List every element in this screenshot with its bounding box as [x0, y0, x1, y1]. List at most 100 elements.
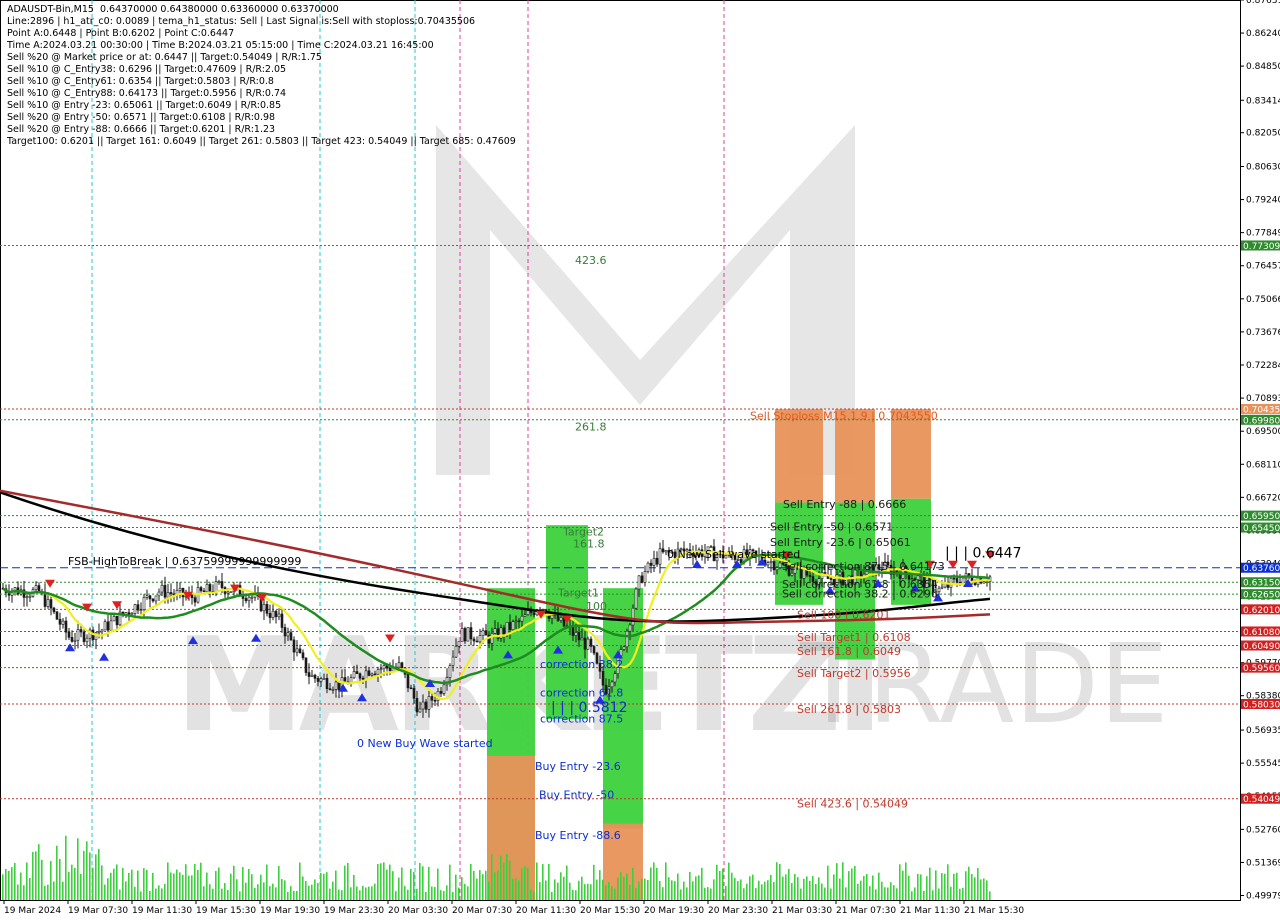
- candle-body: [457, 641, 461, 647]
- price-tag-label: 0.63760: [1243, 564, 1280, 574]
- volume-bar: [755, 888, 757, 900]
- candle-body: [82, 631, 86, 642]
- volume-bar: [821, 883, 823, 900]
- candle-body: [298, 648, 302, 654]
- volume-bar: [440, 890, 442, 900]
- candle-body: [34, 585, 38, 590]
- candle-body: [64, 620, 68, 633]
- volume-bar: [332, 881, 334, 900]
- volume-bar: [722, 868, 724, 900]
- volume-bar: [887, 887, 889, 900]
- chart-annotation: Sell 100 | 0.6201: [797, 609, 891, 622]
- candle-body: [292, 639, 296, 653]
- volume-bar: [527, 867, 529, 900]
- y-tick-label: 0.52760: [1246, 825, 1280, 835]
- volume-bar: [584, 884, 586, 900]
- candle-body: [160, 584, 164, 593]
- price-tag-label: 0.70435: [1243, 405, 1280, 415]
- volume-bar: [347, 862, 349, 900]
- y-tick-label: 0.55545: [1246, 759, 1280, 769]
- volume-bar: [158, 885, 160, 900]
- candle-body: [454, 645, 458, 658]
- volume-bar: [140, 891, 142, 900]
- candle-body: [631, 607, 635, 626]
- volume-bar: [269, 886, 271, 900]
- volume-bar: [542, 864, 544, 900]
- y-tick-label: 0.87631: [1246, 0, 1280, 6]
- volume-bar: [617, 877, 619, 900]
- volume-bar: [470, 864, 472, 900]
- x-tick-label: 20 Mar 19:30: [644, 906, 704, 916]
- candle-body: [61, 620, 65, 625]
- volume-bar: [20, 872, 22, 900]
- volume-bar: [458, 887, 460, 900]
- candle-body: [250, 596, 254, 599]
- volume-bar: [641, 878, 643, 900]
- volume-bar: [197, 869, 199, 900]
- candle-body: [301, 652, 305, 659]
- volume-bar: [875, 889, 877, 900]
- chart-annotation: 0 New Sell wave started: [667, 548, 800, 561]
- volume-bar: [860, 880, 862, 900]
- candle-body: [367, 670, 371, 676]
- candle-body: [790, 572, 794, 576]
- volume-bar: [155, 888, 157, 900]
- candle-body: [97, 631, 101, 634]
- candle-body: [247, 596, 251, 602]
- candle-body: [49, 599, 53, 609]
- info-line: Sell %20 @ Entry -50: 0.6571 || Target:0…: [7, 112, 276, 123]
- chart-annotation: Sell Entry -23.6 | 0.65061: [770, 536, 911, 549]
- candle-body: [295, 648, 299, 653]
- volume-bar: [473, 870, 475, 900]
- volume-bar: [443, 891, 445, 900]
- y-tick-label: 0.49979: [1246, 892, 1280, 902]
- volume-bar: [344, 865, 346, 900]
- volume-bar: [794, 874, 796, 900]
- sell-stoploss-box: [891, 409, 931, 499]
- candle-body: [427, 696, 431, 710]
- volume-bar: [311, 884, 313, 900]
- volume-bar: [815, 884, 817, 900]
- volume-bar: [41, 859, 43, 900]
- volume-bar: [389, 864, 391, 900]
- volume-bar: [989, 891, 991, 900]
- candle-body: [940, 586, 944, 589]
- candle-body: [364, 670, 368, 680]
- volume-bar: [782, 876, 784, 900]
- candle-body: [532, 612, 536, 616]
- volume-bar: [230, 873, 232, 900]
- volume-bar: [329, 888, 331, 900]
- candle-body: [550, 614, 554, 619]
- volume-bar: [77, 838, 79, 900]
- volume-bar: [290, 886, 292, 900]
- volume-bar: [764, 881, 766, 900]
- volume-bar: [506, 853, 508, 900]
- volume-bar: [728, 862, 730, 900]
- volume-bar: [515, 878, 517, 900]
- volume-bar: [299, 862, 301, 900]
- volume-bar: [839, 878, 841, 900]
- y-tick-label: 0.56935: [1246, 726, 1280, 736]
- candle-body: [484, 630, 488, 636]
- volume-bar: [194, 863, 196, 900]
- info-line: Sell %10 @ C_Entry88: 0.64173 || Target:…: [7, 88, 287, 99]
- candle-body: [586, 638, 590, 650]
- volume-bar: [251, 874, 253, 900]
- candle-body: [985, 581, 989, 583]
- volume-bar: [71, 864, 73, 900]
- volume-bar: [638, 881, 640, 900]
- volume-bar: [974, 877, 976, 900]
- volume-bar: [293, 890, 295, 900]
- x-tick-label: 20 Mar 03:30: [388, 906, 448, 916]
- volume-bar: [869, 886, 871, 900]
- volume-bar: [191, 875, 193, 900]
- chart-annotation: 423.6: [575, 254, 607, 267]
- volume-bar: [92, 867, 94, 900]
- volume-bar: [689, 871, 691, 900]
- candle-body: [421, 701, 425, 710]
- volume-bar: [536, 862, 538, 900]
- volume-bar: [770, 874, 772, 900]
- volume-bar: [467, 886, 469, 900]
- volume-bar: [545, 880, 547, 900]
- volume-bar: [221, 888, 223, 900]
